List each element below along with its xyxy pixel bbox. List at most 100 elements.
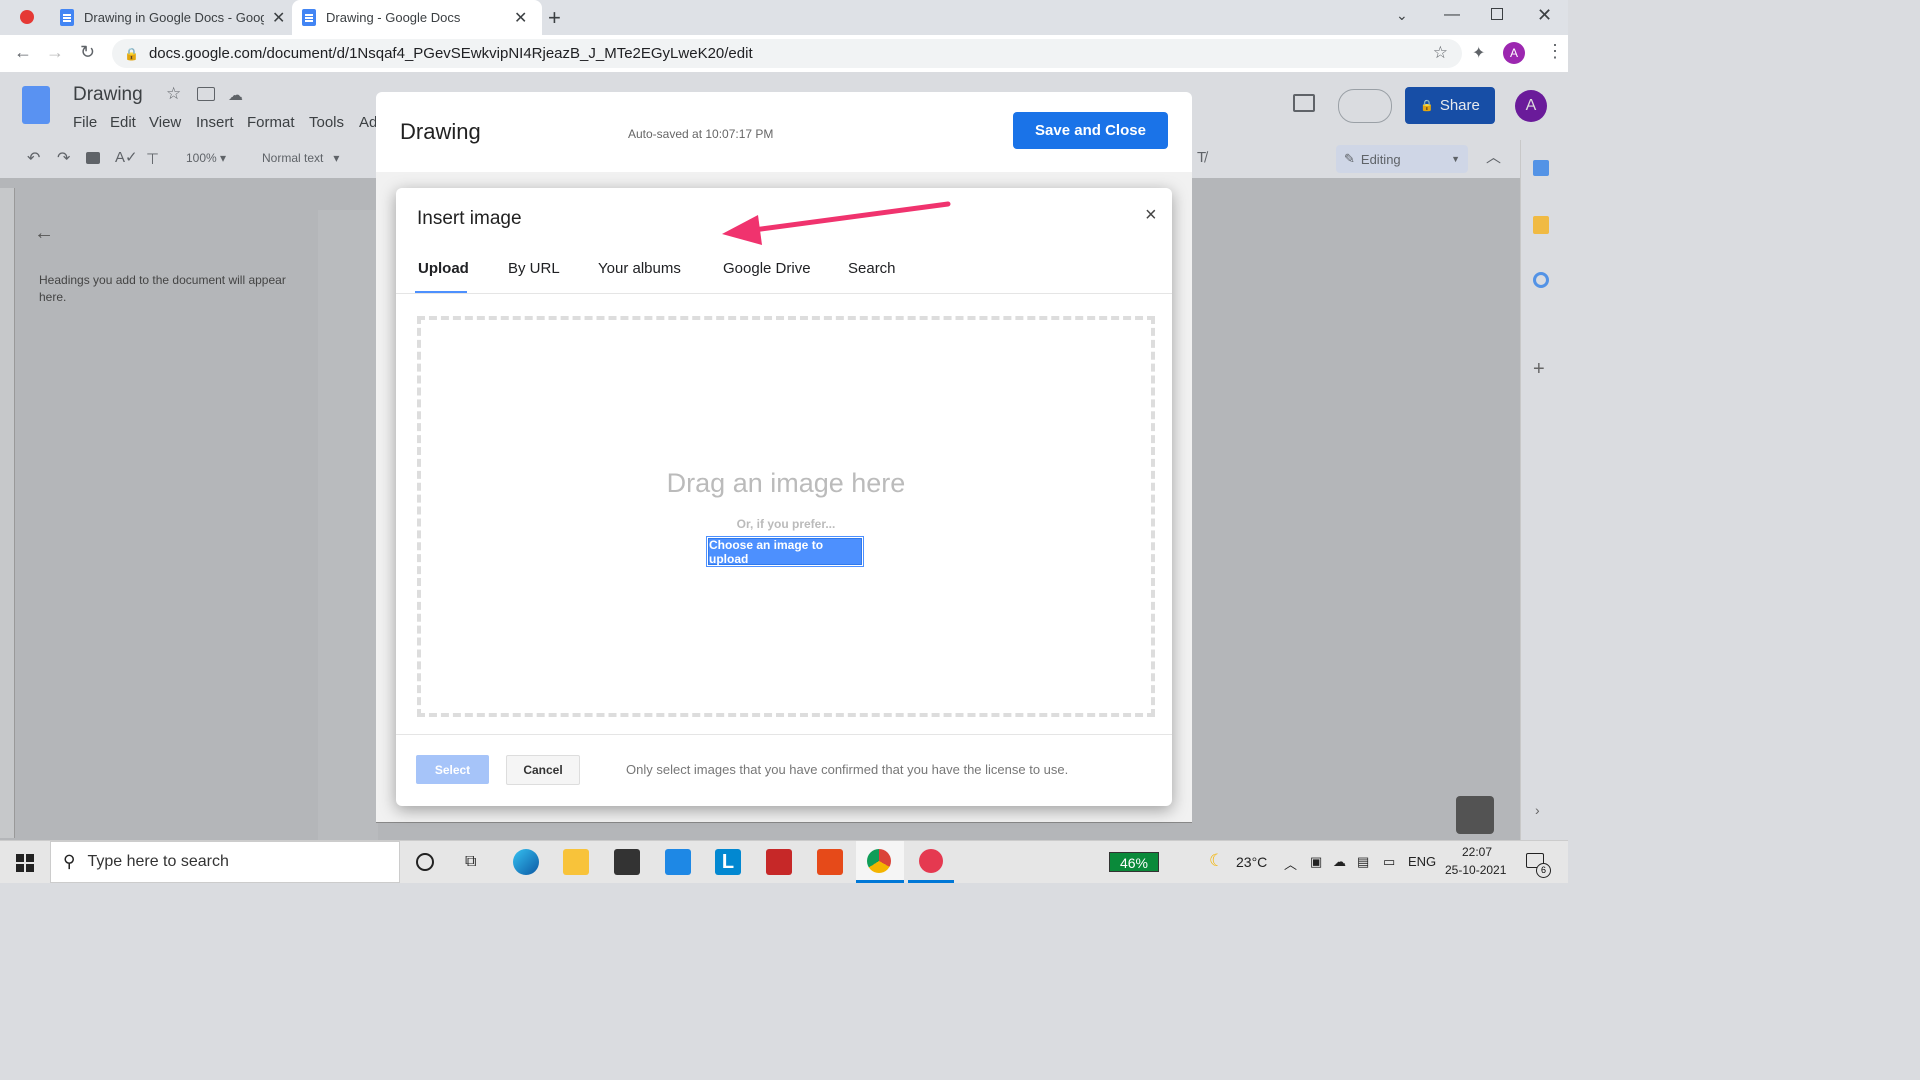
undo-icon[interactable]: ↶ <box>27 148 40 168</box>
tab-search-icon[interactable]: ⌄ <box>1396 7 1408 24</box>
image-dropzone[interactable]: Drag an image here Or, if you prefer... … <box>417 316 1155 717</box>
tasks-icon[interactable] <box>1533 272 1549 288</box>
paint-format-icon[interactable]: ⊤ <box>146 150 159 168</box>
comments-icon[interactable] <box>1293 94 1315 112</box>
menu-file[interactable]: File <box>73 114 97 131</box>
outline-hint: Headings you add to the document will ap… <box>39 273 286 304</box>
google-docs-icon <box>60 9 74 26</box>
pencil-icon: ✎ <box>1344 151 1355 166</box>
browser-menu-icon[interactable]: ⋮ <box>1546 41 1564 62</box>
keep-icon[interactable] <box>1533 216 1549 234</box>
clock-date[interactable]: 25-10-2021 <box>1445 863 1506 877</box>
profile-avatar[interactable]: A <box>1503 42 1525 64</box>
cortana-icon[interactable] <box>416 853 434 871</box>
spellcheck-icon[interactable]: A✓ <box>115 148 138 166</box>
taskbar-search-box[interactable]: ⚲ Type here to search <box>50 841 400 883</box>
close-tab-icon[interactable]: ✕ <box>272 8 285 28</box>
tab-google-drive[interactable]: Google Drive <box>723 260 811 277</box>
task-view-icon[interactable]: ⧉ <box>465 853 476 871</box>
browser-tab-1[interactable]: Drawing in Google Docs - Googl ✕ <box>50 0 300 35</box>
docs-logo-icon[interactable] <box>22 86 50 124</box>
drawing-header: Drawing Auto-saved at 10:07:17 PM Save a… <box>376 92 1192 172</box>
lock-icon: 🔒 <box>124 46 139 61</box>
battery-indicator[interactable]: 46% <box>1109 852 1159 872</box>
bookmark-star-icon[interactable]: ☆ <box>1433 43 1448 63</box>
network-icon[interactable]: ▤ <box>1357 854 1369 870</box>
extensions-icon[interactable]: ✦ <box>1472 43 1485 63</box>
style-select[interactable]: Normal text ▾ <box>262 151 339 165</box>
forward-icon[interactable]: → <box>46 42 64 63</box>
tab-search[interactable]: Search <box>848 260 896 277</box>
close-tab-icon[interactable]: ✕ <box>514 8 527 28</box>
chevron-right-icon[interactable]: › <box>1535 802 1540 818</box>
l-app-icon[interactable]: L <box>715 849 741 875</box>
drag-image-text: Drag an image here <box>666 468 906 498</box>
menu-format[interactable]: Format <box>247 114 295 131</box>
present-button[interactable] <box>1338 89 1392 123</box>
back-arrow-icon[interactable]: ← <box>34 222 54 245</box>
share-button[interactable]: 🔒 Share <box>1405 87 1495 124</box>
print-icon[interactable] <box>86 152 100 164</box>
calendar-icon[interactable] <box>1533 160 1549 176</box>
select-button[interactable]: Select <box>416 755 489 784</box>
ask-explore-icon[interactable] <box>1456 796 1494 834</box>
tab-your-albums[interactable]: Your albums <box>598 260 681 277</box>
new-tab-icon[interactable]: + <box>548 5 561 31</box>
close-icon[interactable]: × <box>1145 204 1157 227</box>
battery-icon[interactable]: ▭ <box>1383 854 1395 870</box>
language-indicator[interactable]: ENG <box>1408 854 1436 869</box>
clock-time[interactable]: 22:07 <box>1462 845 1492 859</box>
browser-toolbar: ← → ↻ 🔒 docs.google.com/document/d/1Nsqa… <box>0 35 1568 73</box>
menu-edit[interactable]: Edit <box>110 114 136 131</box>
recorder-icon <box>919 849 943 873</box>
close-window-icon[interactable]: ✕ <box>1537 5 1552 26</box>
meet-now-icon[interactable]: ▣ <box>1310 854 1322 870</box>
restore-icon[interactable] <box>1491 8 1503 20</box>
office-icon[interactable] <box>817 849 843 875</box>
document-title[interactable]: Drawing <box>73 84 143 106</box>
weather-moon-icon[interactable]: ☾ <box>1209 851 1224 871</box>
tab-title: Drawing - Google Docs <box>326 10 461 25</box>
menu-insert[interactable]: Insert <box>196 114 234 131</box>
star-icon[interactable]: ☆ <box>166 84 181 104</box>
minimize-icon[interactable]: — <box>1444 6 1460 24</box>
tab-by-url[interactable]: By URL <box>508 260 560 277</box>
dialog-title: Insert image <box>417 208 522 229</box>
menu-tools[interactable]: Tools <box>309 114 344 131</box>
clear-formatting-icon[interactable]: T̸ <box>1197 149 1206 166</box>
chevron-down-icon: ▼ <box>1451 154 1460 164</box>
back-icon[interactable]: ← <box>14 42 32 63</box>
tab-title: Drawing in Google Docs - Googl <box>84 10 264 25</box>
cancel-button[interactable]: Cancel <box>506 755 580 785</box>
account-avatar[interactable]: A <box>1515 90 1547 122</box>
address-bar[interactable]: 🔒 docs.google.com/document/d/1Nsqaf4_PGe… <box>112 39 1462 68</box>
chrome-taskbar-item[interactable] <box>856 841 904 883</box>
tab-upload[interactable]: Upload <box>418 260 469 277</box>
add-addon-icon[interactable]: + <box>1533 358 1545 381</box>
save-and-close-button[interactable]: Save and Close <box>1013 112 1168 149</box>
edge-icon[interactable] <box>513 849 539 875</box>
onedrive-icon[interactable]: ☁ <box>1333 854 1346 870</box>
collapse-toolbar-icon[interactable]: ︿ <box>1486 146 1501 167</box>
temperature[interactable]: 23°C <box>1236 854 1267 870</box>
mcafee-icon[interactable] <box>766 849 792 875</box>
browser-tab-2[interactable]: Drawing - Google Docs ✕ <box>292 0 542 35</box>
google-docs-icon <box>302 9 316 26</box>
editing-mode-select[interactable]: ✎ Editing ▼ <box>1336 145 1468 173</box>
zoom-select[interactable]: 100% ▾ <box>186 151 226 165</box>
mail-icon[interactable] <box>665 849 691 875</box>
search-icon: ⚲ <box>63 852 76 871</box>
file-explorer-icon[interactable] <box>563 849 589 875</box>
move-folder-icon[interactable] <box>197 87 215 101</box>
or-text: Or, if you prefer... <box>736 517 836 531</box>
windows-start-icon[interactable] <box>16 854 34 872</box>
menu-view[interactable]: View <box>149 114 181 131</box>
choose-image-button[interactable]: Choose an image to upload <box>708 538 862 566</box>
menu-addons[interactable]: Ad <box>359 114 377 131</box>
recorder-taskbar-item[interactable] <box>908 841 954 883</box>
record-indicator-icon <box>20 10 34 24</box>
store-icon[interactable] <box>614 849 640 875</box>
reload-icon[interactable]: ↻ <box>80 42 95 63</box>
redo-icon[interactable]: ↷ <box>57 148 70 168</box>
show-hidden-icons-icon[interactable]: ︿ <box>1284 854 1297 873</box>
